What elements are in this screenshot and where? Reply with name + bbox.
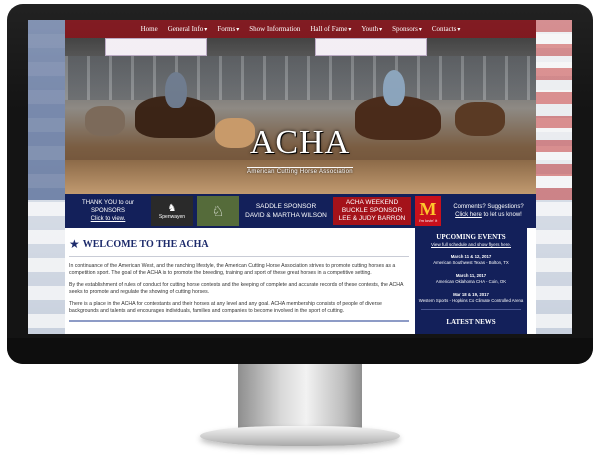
comments-box: Comments? Suggestions? Click here to let…: [445, 203, 532, 219]
page-title: WELCOME TO THE ACHA: [82, 238, 209, 250]
acha-logo-letters: ACHA: [249, 124, 351, 161]
nav-hall-of-fame[interactable]: Hall of Fame: [305, 25, 356, 33]
divider: [421, 309, 521, 310]
arena-banner: [315, 38, 427, 56]
main-nav: Home General Info Forms Show Information…: [65, 20, 536, 38]
mcdonalds-tagline: I'm lovin' it: [418, 217, 438, 223]
sponsor-thanks: THANK YOU to our SPONSORS Click to view.: [69, 199, 147, 223]
flag-stripes: [532, 20, 572, 200]
main-column: ★ WELCOME TO THE ACHA In continuance of …: [69, 228, 409, 334]
event-name: Western Sports - Hopkins Co Climate Cont…: [418, 298, 524, 303]
nav-sponsors[interactable]: Sponsors: [387, 25, 427, 33]
saddle-sponsor-title: SADDLE SPONSOR: [255, 203, 317, 210]
event-item[interactable]: March 11 & 12, 2017 American Southwest T…: [415, 254, 527, 266]
sponsor-logo-name: Spenwayen: [158, 213, 186, 220]
monitor-stand-neck: [238, 364, 362, 430]
welcome-paragraph: There is a place in the ACHA for contest…: [69, 301, 382, 314]
arena-fence: [65, 56, 536, 100]
events-title: UPCOMING EVENTS: [436, 233, 506, 241]
buckle-sponsor-title: ACHA WEEKEND: [345, 199, 399, 206]
sponsor-thanks-text: THANK YOU to our SPONSORS: [82, 200, 134, 214]
sponsor-logo-photo[interactable]: ♘: [197, 196, 239, 226]
screen: Home General Info Forms Show Information…: [28, 20, 572, 334]
events-sidebar: UPCOMING EVENTS View full schedule and s…: [415, 228, 527, 334]
acha-logo-subtitle: American Cutting Horse Association: [247, 167, 353, 175]
divider: [69, 320, 409, 322]
sponsor-logo[interactable]: ♞ Spenwayen: [151, 196, 193, 226]
hero-photo: ACHA American Cutting Horse Association: [65, 38, 536, 194]
nav-home[interactable]: Home: [136, 25, 163, 33]
buckle-sponsor: ACHA WEEKEND BUCKLE SPONSOR LEE & JUDY B…: [333, 197, 411, 225]
welcome-paragraph: By the establishment of rules of conduct…: [69, 282, 404, 295]
monitor-stand-foot: [200, 426, 400, 446]
event-item[interactable]: March 11, 2017 American Oklahoma CHA - C…: [415, 273, 527, 285]
comments-link[interactable]: Click here: [455, 212, 482, 218]
event-item[interactable]: Mar 18 & 19, 2017 Western Sports - Hopki…: [415, 292, 527, 304]
saddle-sponsor: SADDLE SPONSOR DAVID & MARTHA WILSON: [243, 202, 329, 220]
horse-icon: ♘: [211, 202, 225, 219]
rider-left: [165, 72, 187, 108]
events-schedule-link[interactable]: View full schedule and show flyers here.: [415, 242, 527, 247]
comments-line: Click here to let us know!: [445, 211, 532, 219]
star-icon: ★: [69, 237, 80, 251]
sponsor-bar: THANK YOU to our SPONSORS Click to view.…: [65, 194, 536, 228]
comments-rest: to let us know!: [483, 212, 522, 218]
buckle-sponsor-names: LEE & JUDY BARRON: [338, 215, 406, 222]
buckle-sponsor-sub: BUCKLE SPONSOR: [341, 207, 403, 214]
nav-contacts[interactable]: Contacts: [427, 25, 466, 33]
horse-icon: ♞: [167, 202, 177, 214]
event-name: American Southwest Texas - Bolton, TX: [433, 260, 509, 265]
comments-title: Comments? Suggestions?: [453, 204, 524, 210]
flag-canton: [28, 20, 68, 200]
nav-show-information[interactable]: Show Information: [244, 25, 305, 33]
arena-banner: [105, 38, 207, 56]
mcdonalds-logo[interactable]: M I'm lovin' it: [415, 196, 441, 226]
nav-youth[interactable]: Youth: [356, 25, 387, 33]
nav-forms[interactable]: Forms: [212, 25, 244, 33]
welcome-paragraph: In continuance of the American West, and…: [69, 263, 396, 276]
cattle: [85, 106, 125, 136]
acha-logo: ACHA American Cutting Horse Association: [240, 126, 360, 178]
mcdonalds-arches-icon: M: [419, 198, 437, 219]
monitor-chin: [7, 338, 593, 364]
website: Home General Info Forms Show Information…: [65, 20, 536, 334]
divider: [69, 256, 409, 257]
news-title: LATEST NEWS: [446, 318, 496, 326]
event-name: American Oklahoma CHA - Coin, OK: [435, 279, 507, 284]
saddle-sponsor-names: DAVID & MARTHA WILSON: [245, 212, 327, 219]
sponsor-view-link[interactable]: Click to view.: [91, 216, 126, 222]
rider-right: [383, 70, 405, 106]
welcome-heading: ★ WELCOME TO THE ACHA: [69, 238, 409, 250]
cattle: [455, 102, 505, 136]
nav-general-info[interactable]: General Info: [163, 25, 213, 33]
content-area: ★ WELCOME TO THE ACHA In continuance of …: [65, 228, 536, 334]
